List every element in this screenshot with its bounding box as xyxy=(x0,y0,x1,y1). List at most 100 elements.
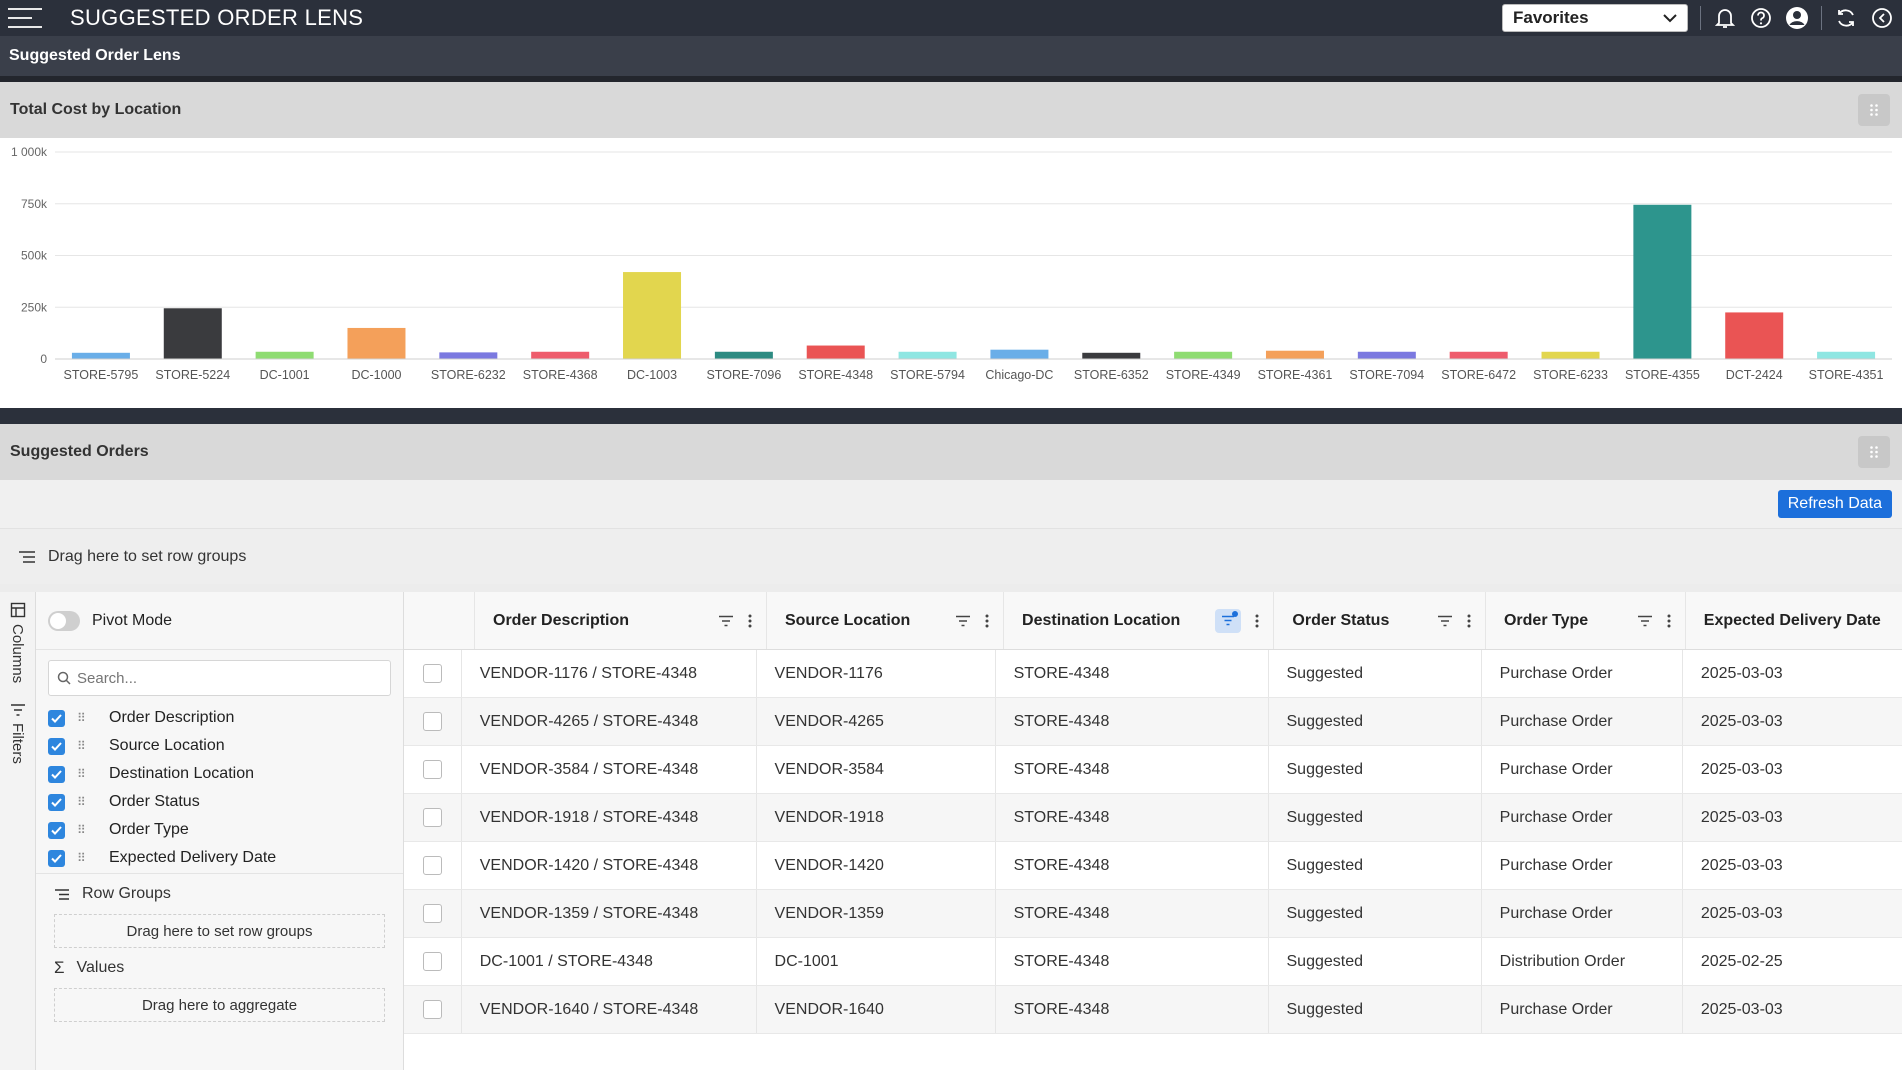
column-header[interactable]: Source Location xyxy=(767,592,1005,649)
more-vertical-icon[interactable] xyxy=(1255,614,1259,628)
row-checkbox[interactable] xyxy=(422,712,442,731)
pivot-mode-toggle[interactable] xyxy=(48,610,80,631)
table-cell: Purchase Order xyxy=(1482,986,1683,1033)
filter-icon[interactable] xyxy=(1437,615,1453,627)
filter-icon[interactable] xyxy=(1637,615,1653,627)
table-row[interactable]: VENDOR-1176 / STORE-4348 VENDOR-1176 STORE… xyxy=(404,650,1902,698)
tab-filters-label: Filters xyxy=(9,723,26,765)
x-tick-label: STORE-5795 xyxy=(64,368,139,382)
table-row[interactable]: VENDOR-1640 / STORE-4348 VENDOR-1640 STORE… xyxy=(404,986,1902,1034)
tab-filters[interactable]: Filters xyxy=(9,703,26,764)
row-checkbox[interactable] xyxy=(422,808,442,827)
table-cell: VENDOR-1640 xyxy=(757,986,996,1033)
more-vertical-icon[interactable] xyxy=(1667,614,1671,628)
bar xyxy=(531,351,590,359)
table-cell: Suggested xyxy=(1269,842,1482,889)
table-cell: VENDOR-4265 / STORE-4348 xyxy=(462,698,757,745)
row-checkbox[interactable] xyxy=(422,664,442,683)
x-tick-label: STORE-4349 xyxy=(1166,368,1241,382)
logout-icon[interactable] xyxy=(1870,6,1894,30)
drag-handle-icon[interactable]: ⠿ xyxy=(77,767,97,781)
row-checkbox[interactable] xyxy=(422,760,442,779)
column-header[interactable]: Order Description xyxy=(475,592,767,649)
table-cell: 2025-02-25 xyxy=(1700,952,1783,970)
tab-columns[interactable]: Columns xyxy=(9,602,26,683)
table-cell: VENDOR-1359 / STORE-4348 xyxy=(462,890,757,937)
table-cell: 2025-03-03 xyxy=(1700,760,1783,778)
row-checkbox[interactable] xyxy=(422,856,442,875)
x-tick-label: DC-1001 xyxy=(260,368,310,382)
column-checkbox[interactable] xyxy=(48,849,65,867)
more-vertical-icon[interactable] xyxy=(985,614,989,628)
side-tabs: Columns Filters xyxy=(0,592,36,1070)
x-tick-label: Chicago-DC xyxy=(985,368,1053,382)
column-checkbox[interactable] xyxy=(48,709,65,727)
refresh-data-button[interactable]: Refresh Data xyxy=(1777,490,1892,518)
column-item-label: Destination Location xyxy=(109,765,254,782)
menu-icon[interactable] xyxy=(8,8,42,28)
active-filter-icon[interactable] xyxy=(1215,608,1242,633)
row-checkbox[interactable] xyxy=(422,904,442,923)
table-row[interactable]: VENDOR-1918 / STORE-4348 VENDOR-1918 STORE… xyxy=(404,794,1902,842)
row-checkbox[interactable] xyxy=(422,1000,442,1019)
table-row[interactable]: VENDOR-1359 / STORE-4348 VENDOR-1359 STORE… xyxy=(404,890,1902,938)
table-cell: Purchase Order xyxy=(1482,842,1683,889)
bar xyxy=(806,345,865,359)
column-item[interactable]: ⠿ Order Description xyxy=(36,704,403,732)
more-vertical-icon[interactable] xyxy=(1467,614,1471,628)
column-header[interactable]: Order Type xyxy=(1486,592,1686,649)
x-tick-label: STORE-7094 xyxy=(1349,368,1424,382)
table-cell: Suggested xyxy=(1269,794,1482,841)
table-cell: Suggested xyxy=(1269,986,1482,1033)
column-item[interactable]: ⠿ Order Status xyxy=(36,788,403,816)
table-row[interactable]: VENDOR-3584 / STORE-4348 VENDOR-3584 STORE… xyxy=(404,746,1902,794)
drag-handle-icon[interactable]: ⠿ xyxy=(77,851,97,865)
column-item[interactable]: ⠿ Expected Delivery Date xyxy=(36,844,403,872)
column-search-input[interactable] xyxy=(77,669,377,687)
column-item[interactable]: ⠿ Order Type xyxy=(36,816,403,844)
column-header[interactable]: Destination Location xyxy=(1004,592,1275,649)
row-group-hint: Drag here to set row groups xyxy=(48,547,247,565)
bar xyxy=(1082,352,1141,359)
column-checkbox[interactable] xyxy=(48,793,65,811)
check-icon xyxy=(51,741,62,751)
column-item-label: Order Description xyxy=(109,709,235,726)
bell-icon[interactable] xyxy=(1713,6,1737,30)
bar xyxy=(347,327,406,359)
column-item[interactable]: ⠿ Destination Location xyxy=(36,760,403,788)
column-header[interactable]: Expected Delivery Date xyxy=(1686,592,1902,649)
column-checkbox[interactable] xyxy=(48,737,65,755)
more-vertical-icon[interactable] xyxy=(748,614,752,628)
grip-icon[interactable] xyxy=(1858,436,1890,468)
drag-handle-icon[interactable]: ⠿ xyxy=(77,739,97,753)
row-checkbox[interactable] xyxy=(422,952,442,971)
grip-icon[interactable] xyxy=(1858,94,1890,126)
divider xyxy=(0,408,1902,424)
column-item[interactable]: ⠿ Source Location xyxy=(36,732,403,760)
table-row[interactable]: VENDOR-4265 / STORE-4348 VENDOR-4265 STORE… xyxy=(404,698,1902,746)
table-cell: STORE-4348 xyxy=(996,890,1269,937)
row-group-drop-zone[interactable]: Drag here to set row groups xyxy=(0,528,1902,584)
table-cell: 2025-03-03 xyxy=(1700,856,1783,874)
row-groups-drop-zone[interactable]: Drag here to set row groups xyxy=(54,914,385,948)
table-row[interactable]: DC-1001 / STORE-4348 DC-1001 STORE-4348 Sug… xyxy=(404,938,1902,986)
column-header-label: Destination Location xyxy=(1022,611,1181,629)
column-checkbox[interactable] xyxy=(48,821,65,839)
table-cell: STORE-4348 xyxy=(996,794,1269,841)
favorites-select[interactable]: Favorites xyxy=(1502,4,1688,32)
column-header[interactable]: Order Status xyxy=(1274,592,1486,649)
filter-icon[interactable] xyxy=(955,615,971,627)
filter-icon[interactable] xyxy=(718,615,734,627)
refresh-icon[interactable] xyxy=(1834,6,1858,30)
help-icon[interactable] xyxy=(1749,6,1773,30)
drag-handle-icon[interactable]: ⠿ xyxy=(77,823,97,837)
drag-handle-icon[interactable]: ⠿ xyxy=(77,711,97,725)
x-tick-label: DC-1003 xyxy=(627,368,677,382)
values-drop-zone[interactable]: Drag here to aggregate xyxy=(54,988,385,1022)
x-tick-label: STORE-4348 xyxy=(798,368,873,382)
column-checkbox[interactable] xyxy=(48,765,65,783)
table-row[interactable]: VENDOR-1420 / STORE-4348 VENDOR-1420 STORE… xyxy=(404,842,1902,890)
x-tick-label: STORE-6232 xyxy=(431,368,506,382)
user-icon[interactable] xyxy=(1785,6,1809,30)
drag-handle-icon[interactable]: ⠿ xyxy=(77,795,97,809)
